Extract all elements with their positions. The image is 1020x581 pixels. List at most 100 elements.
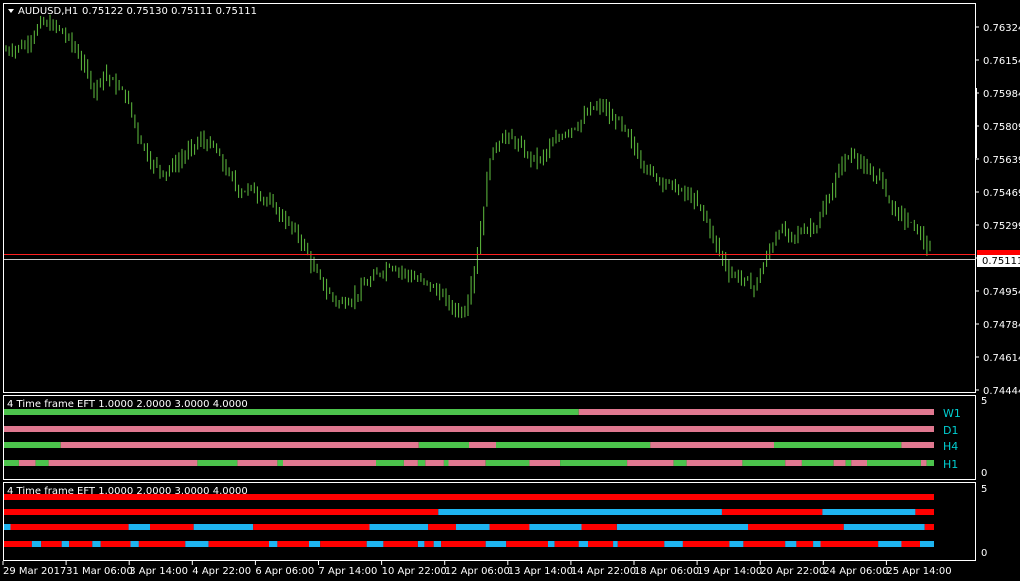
indicator-segment <box>924 524 934 530</box>
indicator-segment <box>554 541 579 547</box>
indicator-segment <box>650 442 774 448</box>
indicator-segment <box>130 541 139 547</box>
indicator-segment <box>35 460 49 466</box>
time-tick-label: 4 Apr 22:00 <box>192 566 251 577</box>
indicator-segment <box>31 541 42 547</box>
indicator-segment <box>588 541 614 547</box>
indicator-segment <box>489 524 530 530</box>
indicator-segment <box>100 541 131 547</box>
indicator-segment <box>915 509 934 515</box>
indicator-segment <box>425 460 444 466</box>
indicator-segment <box>443 460 449 466</box>
time-tick-label: 31 Mar 06:00 <box>66 566 133 577</box>
indicator-segment <box>4 509 439 515</box>
scale-scroll-marker[interactable] <box>975 88 977 158</box>
indicator-segment <box>529 524 582 530</box>
indicator-segment <box>269 541 278 547</box>
indicator-segment <box>383 541 418 547</box>
indicator-segment <box>743 541 786 547</box>
indicator-segment <box>417 460 426 466</box>
price-tick-label: 0.74954 <box>983 287 1020 298</box>
indicator-segment <box>785 541 797 547</box>
indicator-segment <box>4 460 19 466</box>
indicator-segment <box>820 541 879 547</box>
indicator-segment <box>237 460 278 466</box>
indicator-segment <box>150 524 194 530</box>
current-price-label: 0.75111 <box>982 256 1020 267</box>
price-tick-label: 0.74784 <box>983 320 1020 331</box>
indicator-segment <box>433 541 442 547</box>
indicator-segment <box>456 524 490 530</box>
indicator-segment <box>277 541 309 547</box>
time-tick-label: 10 Apr 22:00 <box>382 566 447 577</box>
indicator-segment <box>581 524 617 530</box>
indicator-segment <box>277 460 283 466</box>
price-tick-label: 0.76324 <box>983 23 1020 34</box>
indicator-segment <box>901 541 920 547</box>
indicator-segment <box>366 541 384 547</box>
indicator-segment <box>813 541 821 547</box>
price-tick-label: 0.75469 <box>983 188 1020 199</box>
indicator-segment <box>774 442 902 448</box>
indicator-segment <box>283 460 376 466</box>
indicator-segment <box>4 524 11 530</box>
indicator-segment <box>722 509 823 515</box>
indicator-segment <box>785 460 802 466</box>
time-tick-label: 18 Apr 06:00 <box>634 566 699 577</box>
indicator-segment <box>4 494 934 500</box>
indicator-segment <box>686 460 743 466</box>
price-scale[interactable]: 0.76324 0.76154 0.75984 0.75809 0.75639 0.754… <box>975 23 1020 397</box>
time-axis[interactable]: 29 Mar 2017 31 Mar 06:003 Apr 14:00 4 Apr … <box>2 561 952 577</box>
indicator-segment <box>851 460 867 466</box>
indicator-segment <box>742 460 786 466</box>
indicator-segment <box>10 524 129 530</box>
price-tick-label: 0.75809 <box>983 122 1020 133</box>
indicator-segment <box>208 541 269 547</box>
indicator-1-title: 4 Time frame EFT 1.0000 2.0000 3.0000 4.… <box>7 399 248 410</box>
indicator-segment <box>253 524 370 530</box>
time-tick-label: 29 Mar 2017 <box>3 566 66 577</box>
time-tick-label: 7 Apr 14:00 <box>319 566 378 577</box>
price-tick-label: 0.76154 <box>983 56 1020 67</box>
price-tick-label: 0.75299 <box>983 221 1020 232</box>
indicator-segment <box>4 541 32 547</box>
indicator-segment <box>729 541 744 547</box>
symbol-label: AUDUSD,H1 <box>18 6 78 17</box>
indicator-2-scale-top: 5 <box>981 484 987 495</box>
indicator-segment <box>578 409 934 415</box>
indicator-segment <box>48 460 198 466</box>
indicator-segment <box>369 524 429 530</box>
indicator-segment <box>748 524 844 530</box>
indicator-segment <box>193 524 254 530</box>
price-tick-label: 0.75984 <box>983 89 1020 100</box>
indicator-segment <box>61 541 70 547</box>
indicator-segment <box>664 541 683 547</box>
indicator-segment <box>441 541 486 547</box>
indicator-segment <box>506 541 548 547</box>
trading-chart[interactable]: AUDUSD,H1 0.75122 0.75130 0.75111 0.7511… <box>0 0 1020 581</box>
indicator-segment <box>617 541 665 547</box>
price-tick-label: 0.74444 <box>983 386 1020 397</box>
indicator-segment <box>796 541 814 547</box>
indicator-segment <box>867 460 921 466</box>
indicator-segment <box>801 460 834 466</box>
time-tick-label: 3 Apr 14:00 <box>129 566 188 577</box>
indicator-segment <box>403 460 418 466</box>
indicator-segment <box>4 409 579 415</box>
indicator-segment <box>920 541 934 547</box>
indicator-segment <box>424 541 434 547</box>
indicator-segment <box>845 460 852 466</box>
time-tick-label: 25 Apr 14:00 <box>886 566 951 577</box>
timeframe-label: D1 <box>943 424 958 437</box>
indicator-segment <box>485 541 507 547</box>
indicator-segment <box>926 460 934 466</box>
indicator-segment <box>578 541 588 547</box>
indicator-segment <box>833 460 846 466</box>
indicator-segment <box>682 541 730 547</box>
indicator-segment <box>185 541 209 547</box>
time-tick-label: 14 Apr 22:00 <box>571 566 636 577</box>
indicator-segment <box>428 524 456 530</box>
time-tick-label: 13 Apr 14:00 <box>508 566 573 577</box>
timeframe-label: H4 <box>943 440 958 453</box>
time-tick-label: 24 Apr 06:00 <box>823 566 888 577</box>
